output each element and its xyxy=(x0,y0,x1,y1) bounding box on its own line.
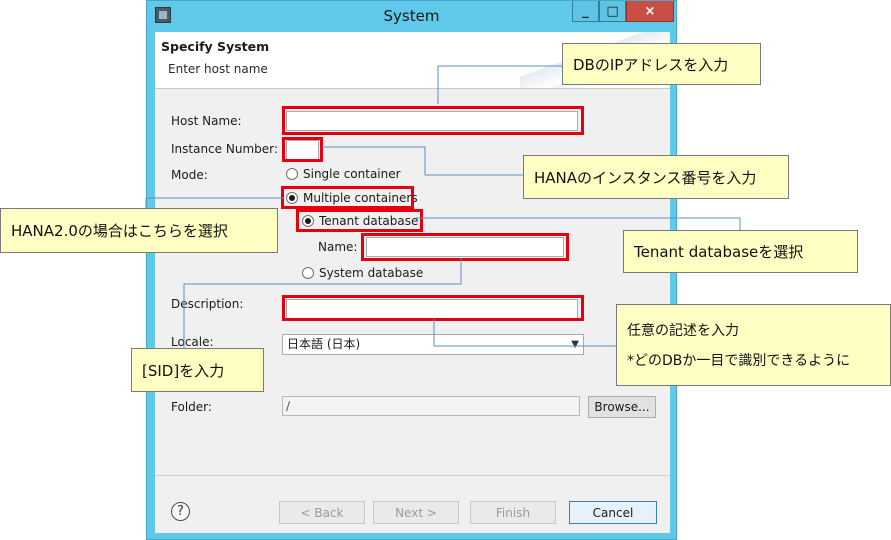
leader-tenant xyxy=(416,217,741,230)
leader-db-ip xyxy=(437,65,562,104)
callout-description-line2: *どのDBか一目で識別できるように xyxy=(627,353,851,369)
callout-description-line1: 任意の記述を入力 xyxy=(627,323,739,339)
leader-instance-no xyxy=(322,146,523,176)
callout-description: 任意の記述を入力 *どのDBか一目で識別できるように xyxy=(616,304,891,386)
leader-sid xyxy=(183,258,462,348)
callout-tenant-database: Tenant databaseを選択 xyxy=(623,230,858,273)
callout-instance-number: HANAのインスタンス番号を入力 xyxy=(523,155,789,199)
callout-hana2: HANA2.0の場合はこちらを選択 xyxy=(0,208,278,253)
leader-description xyxy=(433,319,616,347)
leader-hana2 xyxy=(145,197,284,208)
callout-sid: [SID]を入力 xyxy=(131,348,264,392)
callout-db-ip: DBのIPアドレスを入力 xyxy=(562,43,761,85)
